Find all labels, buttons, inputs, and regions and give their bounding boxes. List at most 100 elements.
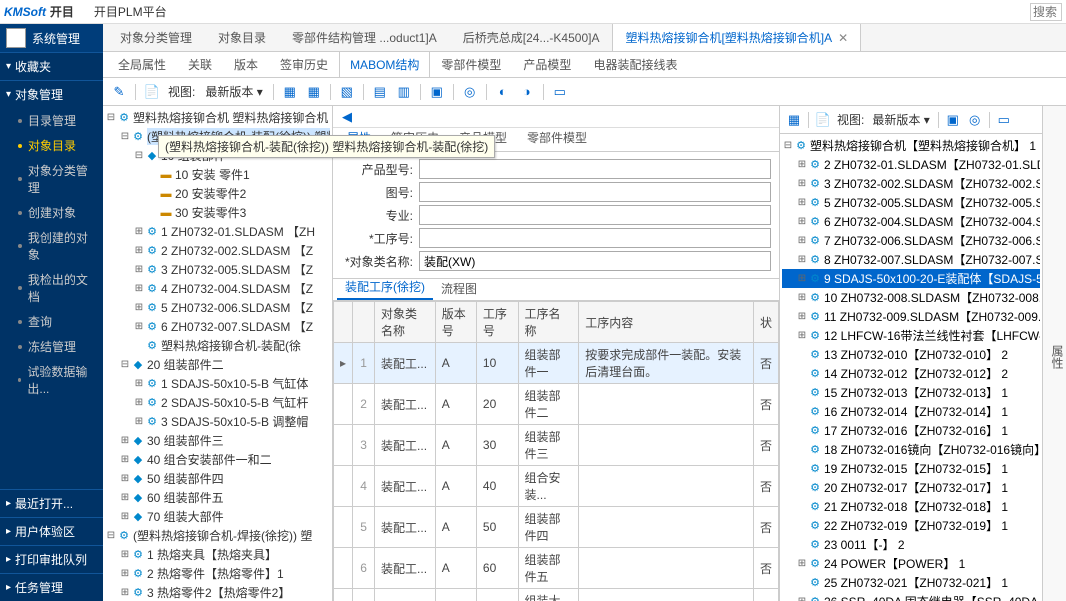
- tb-icon-4[interactable]: ▤: [370, 82, 390, 102]
- grid-header[interactable]: 工序名称: [518, 302, 579, 343]
- sidebar-item-0[interactable]: 目录管理: [0, 108, 103, 133]
- tree-toggle-icon[interactable]: ⊞: [119, 511, 131, 522]
- sub-tab-2[interactable]: 版本: [223, 51, 269, 77]
- grid-tab-1[interactable]: 流程图: [433, 277, 485, 300]
- doc-icon[interactable]: 📄: [142, 82, 162, 102]
- tree-toggle-icon[interactable]: ⊞: [133, 264, 145, 275]
- sidebar-item-1[interactable]: 对象目录: [0, 133, 103, 158]
- tree-toggle-icon[interactable]: ⊞: [119, 435, 131, 446]
- right-tree-node-0[interactable]: ⊟⚙塑料热熔接铆合机【塑料热熔接铆合机】 1: [782, 136, 1040, 155]
- tree-toggle-icon[interactable]: ⊟: [119, 359, 131, 370]
- tree-toggle-icon[interactable]: ⊟: [105, 530, 117, 541]
- right-tree-node-1[interactable]: ⊞⚙2 ZH0732-01.SLDASM【ZH0732-01.SLDASM】: [782, 155, 1040, 174]
- table-row[interactable]: 6装配工...A60组装部件五否: [334, 548, 779, 589]
- tree-toggle-icon[interactable]: ⊞: [133, 283, 145, 294]
- sidebar-sys[interactable]: 系统管理: [32, 30, 80, 47]
- right-tree-node-19[interactable]: ⚙21 ZH0732-018【ZH0732-018】 1: [782, 497, 1040, 516]
- table-row[interactable]: 7装配工...A70组装大部件否: [334, 589, 779, 601]
- sidebar-item-8[interactable]: 试验数据输出...: [0, 359, 103, 401]
- tree-toggle-icon[interactable]: ⊞: [119, 587, 131, 598]
- tree-node-13[interactable]: ⊟◆20 组装部件二: [105, 355, 330, 374]
- right-tree-node-18[interactable]: ⚙20 ZH0732-017【ZH0732-017】 1: [782, 478, 1040, 497]
- search-input[interactable]: [1030, 3, 1062, 21]
- sidebar-item-4[interactable]: 我创建的对象: [0, 225, 103, 267]
- tree-toggle-icon[interactable]: ⊞: [796, 216, 808, 227]
- tree-node-24[interactable]: ⊞⚙2 热熔零件【热熔零件】1: [105, 564, 330, 583]
- main-tab-1[interactable]: 对象目录: [205, 24, 279, 51]
- right-tree-node-20[interactable]: ⚙22 ZH0732-019【ZH0732-019】 1: [782, 516, 1040, 535]
- tree-toggle-icon[interactable]: ⊞: [796, 254, 808, 265]
- sidebar-ux[interactable]: ▸用户体验区: [0, 517, 103, 545]
- table-row[interactable]: 3装配工...A30组装部件三否: [334, 425, 779, 466]
- sub-tab-3[interactable]: 签审历史: [269, 51, 339, 77]
- far-right-tab[interactable]: 属性: [1042, 106, 1066, 601]
- tree-node-15[interactable]: ⊞⚙2 SDAJS-50x10-5-B 气缸杆: [105, 393, 330, 412]
- rtb-icon-2[interactable]: ▣: [943, 110, 963, 130]
- right-tree-node-3[interactable]: ⊞⚙5 ZH0732-005.SLDASM【ZH0732-005.SLDA: [782, 193, 1040, 212]
- sidebar-item-5[interactable]: 我检出的文档: [0, 267, 103, 309]
- tree-toggle-icon[interactable]: ⊞: [796, 273, 808, 284]
- right-tree-node-14[interactable]: ⚙16 ZH0732-014【ZH0732-014】 1: [782, 402, 1040, 421]
- right-tree-node-23[interactable]: ⚙25 ZH0732-021【ZH0732-021】 1: [782, 573, 1040, 592]
- sidebar-item-3[interactable]: 创建对象: [0, 200, 103, 225]
- sidebar-recent[interactable]: ▸最近打开...: [0, 489, 103, 517]
- right-tree-node-17[interactable]: ⚙19 ZH0732-015【ZH0732-015】 1: [782, 459, 1040, 478]
- rtb-icon-4[interactable]: ▭: [994, 110, 1014, 130]
- tree-toggle-icon[interactable]: ⊞: [119, 473, 131, 484]
- grid-header[interactable]: 对象类名称: [375, 302, 436, 343]
- tree-node-7[interactable]: ⊞⚙2 ZH0732-002.SLDASM 【Z: [105, 241, 330, 260]
- tree-toggle-icon[interactable]: ⊞: [133, 416, 145, 427]
- sidebar-task[interactable]: ▸任务管理: [0, 573, 103, 601]
- right-tree-node-6[interactable]: ⊞⚙8 ZH0732-007.SLDASM【ZH0732-007.SLDA: [782, 250, 1040, 269]
- edit-icon[interactable]: ✎: [109, 82, 129, 102]
- right-tree-node-4[interactable]: ⊞⚙6 ZH0732-004.SLDASM【ZH0732-004.SLDA: [782, 212, 1040, 231]
- tree-node-4[interactable]: ▬20 安装零件2: [105, 184, 330, 203]
- tree-node-10[interactable]: ⊞⚙5 ZH0732-006.SLDASM 【Z: [105, 298, 330, 317]
- tree-node-3[interactable]: ▬10 安装 零件1: [105, 165, 330, 184]
- tree-toggle-icon[interactable]: ⊞: [119, 492, 131, 503]
- right-tree-node-10[interactable]: ⊞⚙12 LHFCW-16带法兰线性衬套【LHFCW-16带法: [782, 326, 1040, 345]
- sub-tab-7[interactable]: 电器装配接线表: [582, 51, 688, 77]
- grid-header[interactable]: 状: [753, 302, 778, 343]
- right-tree-node-22[interactable]: ⊞⚙24 POWER【POWER】 1: [782, 554, 1040, 573]
- table-row[interactable]: 2装配工...A20组装部件二否: [334, 384, 779, 425]
- tree-node-19[interactable]: ⊞◆50 组装部件四: [105, 469, 330, 488]
- tree-node-5[interactable]: ▬30 安装零件3: [105, 203, 330, 222]
- tree-toggle-icon[interactable]: ⊞: [133, 321, 145, 332]
- tree-toggle-icon[interactable]: ⊞: [133, 226, 145, 237]
- sidebar-item-2[interactable]: 对象分类管理: [0, 158, 103, 200]
- tree-node-12[interactable]: ⚙塑料热熔接铆合机-装配(徐: [105, 336, 330, 355]
- tb-icon-2[interactable]: ▦: [304, 82, 324, 102]
- tree-toggle-icon[interactable]: ⊞: [133, 378, 145, 389]
- tree-node-23[interactable]: ⊞⚙1 热熔夹具【热熔夹具】: [105, 545, 330, 564]
- tb-icon-5[interactable]: ▥: [394, 82, 414, 102]
- tree-node-0[interactable]: ⊟⚙塑料热熔接铆合机 塑料热熔接铆合机: [105, 108, 330, 127]
- tree-node-21[interactable]: ⊞◆70 组装大部件: [105, 507, 330, 526]
- right-tree-node-8[interactable]: ⊞⚙10 ZH0732-008.SLDASM【ZH0732-008.SLDA: [782, 288, 1040, 307]
- inp-model[interactable]: [419, 159, 771, 179]
- tree-toggle-icon[interactable]: ⊟: [105, 112, 117, 123]
- tb-icon-7[interactable]: ◎: [460, 82, 480, 102]
- right-tree-node-21[interactable]: ⚙23 0011【-】 2: [782, 535, 1040, 554]
- tree-toggle-icon[interactable]: ⊟: [133, 150, 145, 161]
- grid-tab-0[interactable]: 装配工序(徐挖): [337, 275, 433, 300]
- tb-icon-3[interactable]: ▧: [337, 82, 357, 102]
- tree-toggle-icon[interactable]: ⊞: [119, 549, 131, 560]
- tb-icon-1[interactable]: ▦: [280, 82, 300, 102]
- tree-toggle-icon[interactable]: ⊞: [796, 197, 808, 208]
- tree-toggle-icon[interactable]: ⊞: [796, 311, 808, 322]
- sub-tab-6[interactable]: 产品模型: [512, 51, 582, 77]
- tb-icon-6[interactable]: ▣: [427, 82, 447, 102]
- grid-header[interactable]: [353, 302, 375, 343]
- tree-node-8[interactable]: ⊞⚙3 ZH0732-005.SLDASM 【Z: [105, 260, 330, 279]
- tree-node-6[interactable]: ⊞⚙1 ZH0732-01.SLDASM 【ZH: [105, 222, 330, 241]
- tree-node-9[interactable]: ⊞⚙4 ZH0732-004.SLDASM 【Z: [105, 279, 330, 298]
- tree-toggle-icon[interactable]: ⊞: [796, 292, 808, 303]
- tree-node-22[interactable]: ⊟⚙(塑料热熔接铆合机-焊接(徐挖)) 塑: [105, 526, 330, 545]
- sidebar-item-6[interactable]: 查询: [0, 309, 103, 334]
- sidebar-print[interactable]: ▸打印审批队列: [0, 545, 103, 573]
- tree-node-14[interactable]: ⊞⚙1 SDAJS-50x10-5-B 气缸体: [105, 374, 330, 393]
- tb-icon-8[interactable]: ◐: [493, 82, 513, 102]
- avatar[interactable]: [6, 28, 26, 48]
- sidebar-fav[interactable]: ▾收藏夹: [0, 53, 103, 80]
